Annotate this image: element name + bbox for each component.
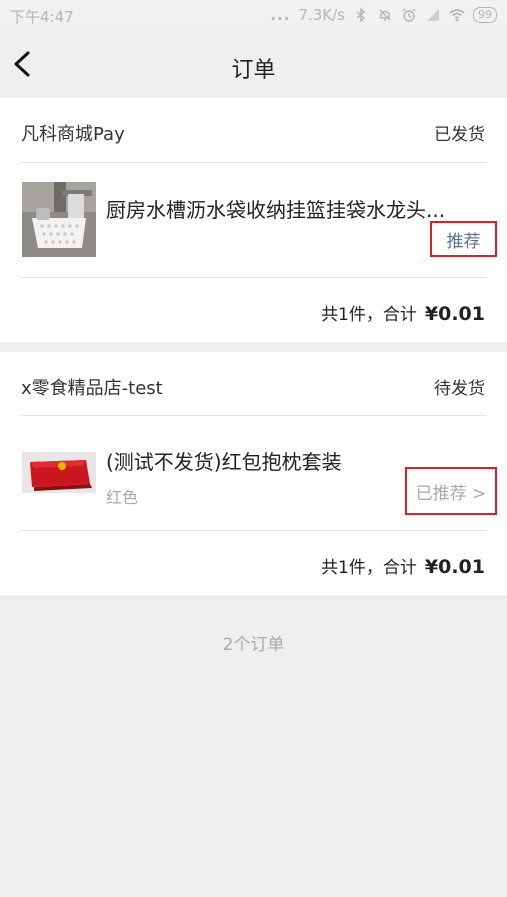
total-amount: ¥0.01 bbox=[424, 556, 485, 578]
divider bbox=[21, 162, 486, 163]
total-label: 共1件，合计 bbox=[321, 305, 417, 325]
recommend-button[interactable]: 推荐 bbox=[430, 221, 497, 257]
bluetooth-icon bbox=[356, 7, 366, 23]
mute-icon bbox=[379, 9, 391, 21]
total-amount: ¥0.01 bbox=[424, 303, 485, 325]
battery-indicator: 99 bbox=[473, 7, 497, 23]
product-spec: 红色 bbox=[106, 488, 139, 507]
nav-bar: 订单 bbox=[0, 30, 507, 98]
shop-name: x零食精品店-test bbox=[21, 378, 163, 399]
status-time: 下午4:47 bbox=[10, 8, 74, 26]
shop-row[interactable]: x零食精品店-test 待发货 bbox=[0, 352, 507, 416]
status-bar: 下午4:47 ... 7.3K/s 99 bbox=[0, 0, 507, 30]
divider bbox=[21, 415, 486, 416]
order-status: 已发货 bbox=[434, 125, 485, 145]
more-dots: ... bbox=[270, 6, 291, 24]
order-status: 待发货 bbox=[434, 379, 485, 399]
signal-icon bbox=[427, 9, 439, 21]
wifi-icon bbox=[449, 9, 465, 22]
shop-row[interactable]: 凡科商城Pay 已发货 bbox=[0, 98, 507, 162]
divider bbox=[21, 277, 486, 278]
red-pillow-image bbox=[22, 452, 96, 493]
product-thumbnail[interactable] bbox=[22, 452, 96, 493]
sink-basket-image bbox=[22, 182, 96, 257]
product-name[interactable]: 厨房水槽沥水袋收纳挂篮挂袋水龙头... bbox=[106, 194, 445, 223]
divider bbox=[21, 530, 486, 531]
shop-name: 凡科商城Pay bbox=[21, 124, 125, 145]
status-icons: ... 7.3K/s 99 bbox=[270, 6, 497, 24]
order-total: 共1件，合计 ¥0.01 bbox=[321, 553, 485, 578]
network-speed: 7.3K/s bbox=[298, 6, 345, 24]
page-title: 订单 bbox=[231, 58, 276, 83]
recommended-button[interactable]: 已推荐 > bbox=[405, 467, 497, 515]
total-label: 共1件，合计 bbox=[321, 558, 417, 578]
product-name[interactable]: (测试不发货)红包抱枕套装 bbox=[106, 446, 342, 475]
order-count: 2个订单 bbox=[222, 635, 285, 655]
order-card[interactable]: x零食精品店-test 待发货 (测试不发货)红包抱枕套装 红色 已推荐 > 共… bbox=[0, 352, 507, 595]
product-thumbnail[interactable] bbox=[22, 182, 96, 257]
order-card[interactable]: 凡科商城Pay 已发货 厨房水槽沥水袋收纳挂篮挂袋水龙头... 推荐 共1件，合… bbox=[0, 98, 507, 342]
order-total: 共1件，合计 ¥0.01 bbox=[321, 300, 485, 325]
alarm-icon bbox=[402, 8, 416, 22]
